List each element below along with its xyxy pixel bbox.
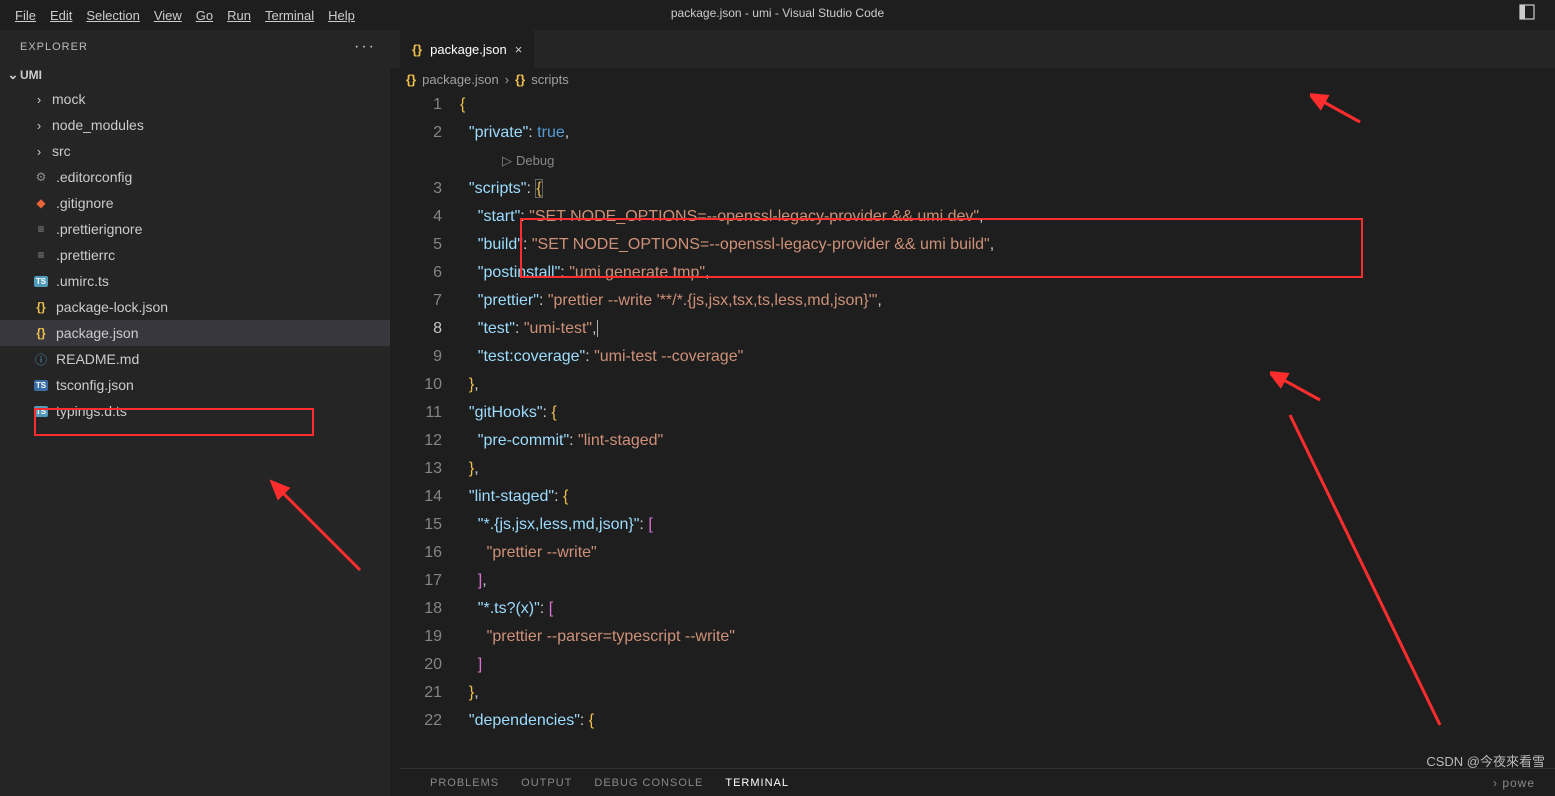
menu-run[interactable]: Run [220,8,258,23]
sidebar: EXPLORER ··· ⌄ UMI › mock › node_modules › sr… [0,30,390,796]
project-header[interactable]: ⌄ UMI [0,64,390,86]
code-line[interactable]: "pre-commit": "lint-staged" [460,427,1555,455]
code-line[interactable]: "gitHooks": { [460,399,1555,427]
code-line[interactable]: "scripts": { [460,175,1555,203]
explorer-more-icon[interactable]: ··· [354,38,376,56]
code-line[interactable]: }, [460,679,1555,707]
panel-output[interactable]: OUTPUT [521,777,572,789]
code-line[interactable]: "postinstall": "umi generate tmp", [460,259,1555,287]
file-label: .gitignore [56,195,114,211]
json-icon: {} [515,72,525,87]
file-README-md[interactable]: ⓘREADME.md [0,346,390,372]
chevron-right-icon: › [32,118,46,133]
file-label: README.md [56,351,139,367]
menu-go[interactable]: Go [189,8,220,23]
json-icon: {} [412,42,422,57]
code-line[interactable]: "prettier --parser=typescript --write" [460,623,1555,651]
file-label: package.json [56,325,139,341]
file--gitignore[interactable]: ◆.gitignore [0,190,390,216]
file-label: tsconfig.json [56,377,134,393]
file-label: .editorconfig [56,169,132,185]
menu-view[interactable]: View [147,8,189,23]
chevron-down-icon: ⌄ [6,67,20,83]
code-line[interactable]: "build": "SET NODE_OPTIONS=--openssl-leg… [460,231,1555,259]
code-line[interactable]: "private": true, [460,119,1555,147]
code-line[interactable]: "start": "SET NODE_OPTIONS=--openssl-leg… [460,203,1555,231]
debug-codelens[interactable]: ▷ Debug [496,147,1555,175]
breadcrumb[interactable]: {} package.json › {} scripts [390,68,1555,91]
tab-bar: {} package.json × [390,30,1555,68]
explorer-title: EXPLORER [20,41,88,53]
panel-terminal[interactable]: TERMINAL [725,777,789,789]
folder-label: node_modules [52,117,144,133]
folder-node_modules[interactable]: › node_modules [0,112,390,138]
code-line[interactable]: "prettier": "prettier --write '**/*.{js,… [460,287,1555,315]
file--prettierignore[interactable]: ≡.prettierignore [0,216,390,242]
code-line[interactable]: "lint-staged": { [460,483,1555,511]
file-label: typings.d.ts [56,403,127,419]
code-line[interactable]: "test:coverage": "umi-test --coverage" [460,343,1555,371]
chevron-right-icon: › [505,72,509,87]
file-package-lock-json[interactable]: {}package-lock.json [0,294,390,320]
file-package-json[interactable]: {}package.json [0,320,390,346]
code-line[interactable]: "*.{js,jsx,less,md,json}": [ [460,511,1555,539]
breadcrumb-file[interactable]: package.json [422,72,499,87]
code-line[interactable]: }, [460,371,1555,399]
folder-label: mock [52,91,85,107]
menu-terminal[interactable]: Terminal [258,8,321,23]
debug-label: Debug [516,147,554,175]
watermark: CSDN @今夜來看雪 [1426,751,1545,770]
file-label: package-lock.json [56,299,168,315]
chevron-right-icon: › [32,92,46,107]
project-name: UMI [20,68,42,82]
menu-selection[interactable]: Selection [79,8,146,23]
file--prettierrc[interactable]: ≡.prettierrc [0,242,390,268]
line-gutter: 12 345678910111213141516171819202122 [390,91,460,796]
code-line[interactable]: { [460,91,1555,119]
code-editor[interactable]: 12 345678910111213141516171819202122 { "… [390,91,1555,796]
panel-problems[interactable]: PROBLEMS [430,777,499,789]
file-label: .prettierrc [56,247,115,263]
code-line[interactable]: "dependencies": { [460,707,1555,735]
tab-package-json[interactable]: {} package.json × [400,30,535,68]
file-tsconfig-json[interactable]: TStsconfig.json [0,372,390,398]
breadcrumb-section[interactable]: scripts [531,72,569,87]
play-icon: ▷ [502,147,512,175]
file-tree: › mock › node_modules › src ⚙.editorconfig◆.gi… [0,86,390,424]
code-content[interactable]: { "private": true,▷ Debug "scripts": { "… [460,91,1555,796]
chevron-right-icon: › [32,144,46,159]
menu-help[interactable]: Help [321,8,362,23]
code-line[interactable]: "test": "umi-test", [460,315,1555,343]
json-icon: {} [406,72,416,87]
code-line[interactable]: ], [460,567,1555,595]
file--umirc-ts[interactable]: TS.umirc.ts [0,268,390,294]
file-label: .umirc.ts [56,273,109,289]
menu-file[interactable]: File [8,8,43,23]
close-icon[interactable]: × [515,42,523,57]
panel-debug-console[interactable]: DEBUG CONSOLE [594,777,703,789]
folder-label: src [52,143,71,159]
window-title: package.json - umi - Visual Studio Code [671,6,884,20]
code-line[interactable]: ] [460,651,1555,679]
file--editorconfig[interactable]: ⚙.editorconfig [0,164,390,190]
code-line[interactable]: }, [460,455,1555,483]
code-line[interactable]: "*.ts?(x)": [ [460,595,1555,623]
file-typings-d-ts[interactable]: TStypings.d.ts [0,398,390,424]
code-line[interactable]: "prettier --write" [460,539,1555,567]
panel-tabs: PROBLEMS OUTPUT DEBUG CONSOLE TERMINAL ›… [400,768,1555,796]
folder-mock[interactable]: › mock [0,86,390,112]
file-label: .prettierignore [56,221,142,237]
layout-icon[interactable] [1519,4,1535,20]
terminal-shell[interactable]: › powe [1493,776,1535,790]
folder-src[interactable]: › src [0,138,390,164]
menu-edit[interactable]: Edit [43,8,79,23]
tab-label: package.json [430,42,507,57]
editor-area: {} package.json × {} package.json › {} s… [390,30,1555,796]
